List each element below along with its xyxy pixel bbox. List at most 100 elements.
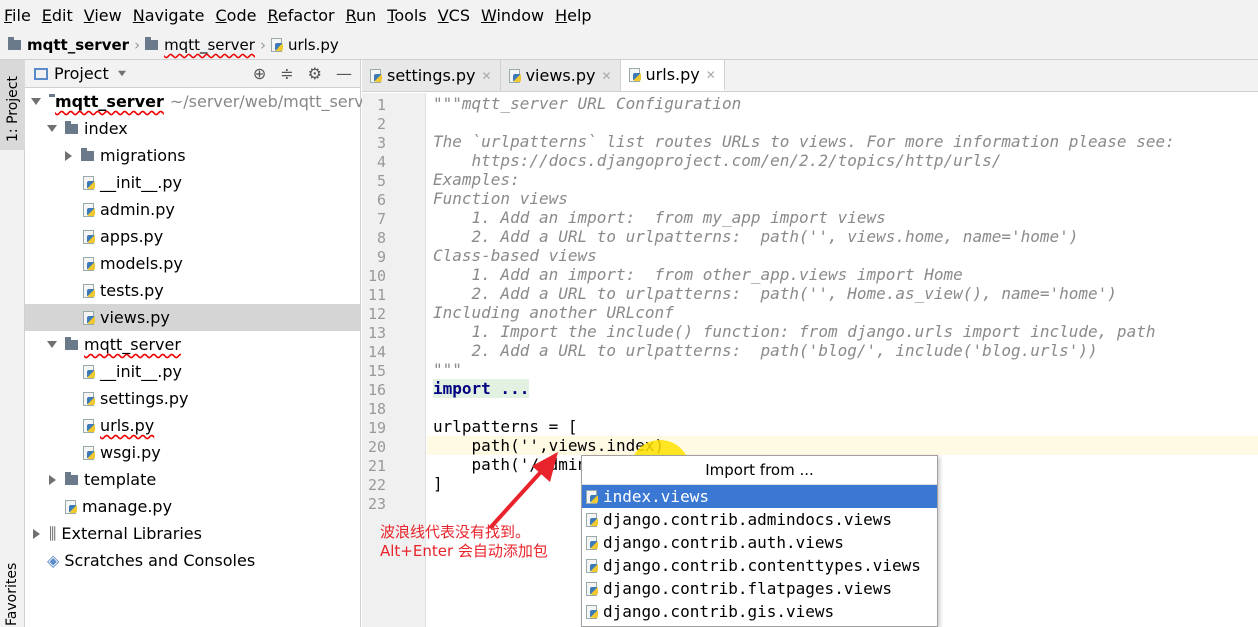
line-number: 10 (367, 267, 386, 285)
favorites-tool-label[interactable]: Favorites (4, 563, 20, 626)
line-number: 14 (367, 343, 386, 361)
line-number: 4 (376, 153, 386, 171)
tree-node-file[interactable]: __init__.py (25, 169, 360, 196)
tree-node-file[interactable]: admin.py (25, 196, 360, 223)
chevron-down-icon[interactable] (47, 125, 57, 132)
menu-edit[interactable]: Edit (42, 6, 73, 25)
gear-icon[interactable]: ⚙ (308, 64, 322, 83)
breadcrumb: mqtt_server › mqtt_server › urls.py (0, 31, 1258, 60)
python-file-icon (83, 418, 95, 433)
tree-node-file-selected[interactable]: views.py (25, 304, 360, 331)
tree-node-file[interactable]: wsgi.py (25, 439, 360, 466)
python-file-icon (586, 512, 598, 527)
minimize-icon[interactable]: — (336, 64, 352, 83)
close-icon[interactable]: ✕ (706, 68, 716, 82)
python-file-icon (586, 604, 598, 619)
import-option[interactable]: django.contrib.gis.views (582, 600, 937, 623)
menu-refactor[interactable]: Refactor (267, 6, 334, 25)
tree-node-migrations[interactable]: migrations (25, 142, 360, 169)
folder-icon (145, 37, 159, 50)
folded-imports[interactable]: import ... (433, 379, 530, 398)
line-number: 5 (376, 172, 386, 190)
tree-node-file[interactable]: settings.py (25, 385, 360, 412)
code-line: 2. Add a URL to urlpatterns: path('', vi… (433, 227, 1079, 246)
menu-help[interactable]: Help (555, 6, 591, 25)
breadcrumb-package[interactable]: mqtt_server (145, 36, 255, 54)
menu-window[interactable]: Window (481, 6, 544, 25)
line-number: 3 (376, 134, 386, 152)
python-file-icon (83, 445, 95, 460)
code-line: Class-based views (433, 246, 597, 265)
folder-icon (65, 120, 78, 134)
line-number: 11 (367, 286, 386, 304)
project-panel: Project ⊕ ≑ ⚙ — mqtt_server ~/server/web/… (25, 60, 380, 627)
folder-icon (65, 336, 78, 350)
tab-urls[interactable]: urls.py ✕ (620, 60, 725, 91)
tree-node-mqtt-server[interactable]: mqtt_server (25, 331, 360, 358)
code-line: 2. Add a URL to urlpatterns: path('', Ho… (433, 284, 1117, 303)
line-number: 9 (376, 248, 386, 266)
code-line: 2. Add a URL to urlpatterns: path('blog/… (433, 341, 1098, 360)
project-icon (34, 67, 48, 80)
chevron-right-icon: › (134, 36, 141, 54)
import-popup: Import from ... index.views django.contr… (581, 455, 938, 627)
tree-node-root[interactable]: mqtt_server ~/server/web/mqtt_server (25, 88, 380, 115)
python-file-icon (508, 68, 521, 83)
menu-code[interactable]: Code (216, 6, 257, 25)
import-option[interactable]: django.contrib.flatpages.views (582, 577, 937, 600)
import-option[interactable]: django.contrib.auth.views (582, 531, 937, 554)
folder-icon (81, 147, 94, 161)
chevron-right-icon[interactable] (49, 474, 56, 485)
folder-icon (8, 37, 21, 50)
project-tree: mqtt_server ~/server/web/mqtt_server inde… (25, 88, 380, 574)
close-icon[interactable]: ✕ (482, 69, 492, 83)
import-option-selected[interactable]: index.views (582, 485, 937, 508)
python-file-icon (83, 256, 95, 271)
menu-file[interactable]: File (4, 6, 31, 25)
menu-vcs[interactable]: VCS (438, 6, 470, 25)
line-number: 16 (367, 381, 386, 399)
close-icon[interactable]: ✕ (601, 69, 611, 83)
tree-node-file[interactable]: apps.py (25, 223, 360, 250)
project-tool-label[interactable]: 1: Project (5, 76, 21, 142)
tree-node-index[interactable]: index (25, 115, 360, 142)
collapse-icon[interactable]: ≑ (280, 64, 293, 83)
tree-node-file[interactable]: tests.py (25, 277, 360, 304)
code-line: """ (433, 360, 462, 379)
import-option[interactable]: django.contrib.contenttypes.views (582, 554, 937, 577)
tree-node-file[interactable]: models.py (25, 250, 360, 277)
python-file-icon (270, 38, 283, 52)
menu-navigate[interactable]: Navigate (133, 6, 205, 25)
chevron-right-icon[interactable] (33, 528, 40, 539)
import-option[interactable]: django.contrib.admindocs.views (582, 508, 937, 531)
library-icon: ⫼ (49, 523, 57, 543)
tree-node-file[interactable]: urls.py (25, 412, 360, 439)
python-file-icon (586, 489, 598, 504)
code-line: 1. Import the include() function: from d… (433, 322, 1156, 341)
chevron-down-icon[interactable] (117, 70, 126, 77)
locate-icon[interactable]: ⊕ (253, 64, 266, 83)
tab-settings[interactable]: settings.py ✕ (362, 60, 501, 91)
menu-bar: File Edit View Navigate Code Refactor Ru… (0, 0, 1258, 31)
tab-views[interactable]: views.py ✕ (500, 60, 621, 91)
chevron-down-icon[interactable] (31, 98, 41, 105)
breadcrumb-project[interactable]: mqtt_server (8, 36, 129, 54)
line-number: 15 (367, 362, 386, 380)
scratches-icon: ◈ (47, 551, 60, 570)
python-file-icon (83, 202, 95, 217)
menu-run[interactable]: Run (346, 6, 377, 25)
tree-node-file[interactable]: manage.py (25, 493, 360, 520)
python-file-icon (83, 283, 95, 298)
python-file-icon (586, 535, 598, 550)
tree-node-external-libraries[interactable]: ⫼ External Libraries (25, 520, 360, 547)
chevron-down-icon[interactable] (47, 341, 57, 348)
project-panel-title[interactable]: Project (54, 64, 109, 83)
tree-node-file[interactable]: __init__.py (25, 358, 360, 385)
menu-tools[interactable]: Tools (387, 6, 426, 25)
breadcrumb-file[interactable]: urls.py (270, 36, 339, 54)
tree-node-template[interactable]: template (25, 466, 360, 493)
chevron-right-icon[interactable] (65, 150, 72, 161)
tree-node-scratches[interactable]: ◈ Scratches and Consoles (25, 547, 360, 574)
line-number: 8 (376, 229, 386, 247)
menu-view[interactable]: View (84, 6, 122, 25)
